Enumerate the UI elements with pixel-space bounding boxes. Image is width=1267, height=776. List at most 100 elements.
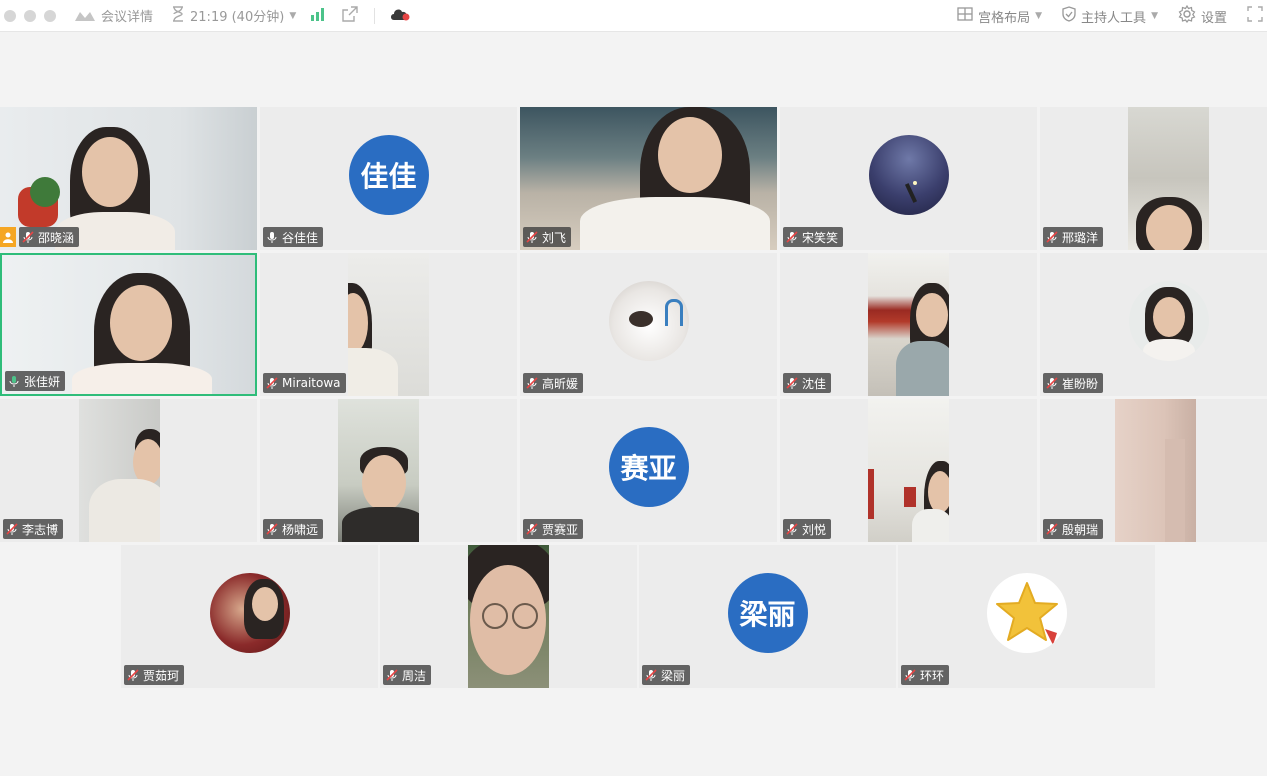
participant-tile[interactable]: 邢璐洋: [1040, 107, 1267, 250]
participant-tile[interactable]: 贾茹珂: [121, 545, 378, 688]
video-feed: [868, 399, 949, 542]
avatar: 赛亚: [608, 426, 689, 507]
participant-tile[interactable]: 赛亚 贾赛亚: [520, 399, 777, 542]
close-window-button[interactable]: [4, 9, 16, 22]
participant-name: 张佳妍: [24, 374, 61, 389]
participant-nametag: 杨啸远: [263, 519, 324, 539]
mic-muted-icon: [386, 669, 398, 681]
cloud-record-icon: [389, 6, 411, 26]
chevron-down-icon: ▼: [1151, 11, 1158, 21]
mic-muted-icon: [127, 669, 139, 681]
hourglass-icon: [171, 5, 185, 26]
mic-muted-icon: [526, 231, 538, 243]
mic-muted-icon: [786, 377, 798, 389]
maximize-window-button[interactable]: [44, 9, 56, 22]
participant-nametag: 贾赛亚: [523, 519, 584, 539]
mic-muted-icon: [526, 523, 538, 535]
mic-icon: [266, 231, 278, 243]
participant-nametag: 贾茹珂: [124, 665, 185, 685]
mic-muted-icon: [786, 523, 798, 535]
tencent-meeting-logo-icon: [74, 10, 96, 22]
mic-muted-icon: [1046, 231, 1058, 243]
participant-nametag: 谷佳佳: [263, 227, 324, 247]
participant-name: 贾茹珂: [143, 668, 180, 683]
minimize-window-button[interactable]: [24, 9, 36, 22]
network-signal-button[interactable]: [310, 7, 326, 25]
video-feed: [338, 399, 419, 542]
host-badge: [0, 227, 16, 247]
participant-name: 谷佳佳: [282, 230, 319, 245]
mic-muted-icon: [6, 523, 18, 535]
participant-name: 周洁: [402, 668, 427, 683]
shield-icon: [1062, 6, 1076, 26]
meeting-timer[interactable]: 21:19 (40分钟) ▼: [171, 5, 297, 26]
participant-name: 沈佳: [802, 376, 827, 391]
signal-bars-icon: [310, 7, 326, 25]
host-tools-label: 主持人工具: [1081, 10, 1147, 26]
participant-tile[interactable]: 高昕媛: [520, 253, 777, 396]
participant-name: 环环: [920, 668, 945, 683]
mic-muted-icon: [904, 669, 916, 681]
grid-layout-label: 宫格布局: [978, 10, 1031, 26]
mic-muted-icon: [266, 523, 278, 535]
participant-nametag: 高昕媛: [523, 373, 584, 393]
participant-nametag: Miraitowa: [263, 373, 346, 393]
top-toolbar: 会议详情 21:19 (40分钟) ▼ 宫格布局 ▼ 主持人工具 ▼ 设置: [0, 0, 1267, 32]
avatar: [1128, 280, 1209, 361]
settings-button[interactable]: 设置: [1178, 4, 1227, 27]
participant-name: Miraitowa: [282, 376, 341, 390]
participant-tile[interactable]: Miraitowa: [260, 253, 517, 396]
mic-muted-icon: [1046, 377, 1058, 389]
participant-name: 贾赛亚: [542, 522, 579, 537]
participant-tile[interactable]: 崔盼盼: [1040, 253, 1267, 396]
host-tools-button[interactable]: 主持人工具 ▼: [1062, 6, 1158, 26]
participant-tile[interactable]: 周洁: [380, 545, 637, 688]
external-link-icon: [342, 5, 358, 26]
participant-tile[interactable]: 刘悦: [780, 399, 1037, 542]
participant-nametag: 张佳妍: [5, 371, 66, 391]
meeting-info-button[interactable]: 会议详情: [74, 6, 153, 25]
avatar: [868, 134, 949, 215]
participant-name: 刘飞: [542, 230, 567, 245]
participant-tile[interactable]: 刘飞: [520, 107, 777, 250]
participant-nametag: 殷朝瑞: [1043, 519, 1104, 539]
participant-name: 李志博: [22, 522, 59, 537]
cloud-recording-button[interactable]: [389, 6, 411, 26]
participant-tile[interactable]: 邵晓涵: [0, 107, 257, 250]
meeting-info-label: 会议详情: [101, 10, 154, 25]
mic-muted-icon: [526, 377, 538, 389]
participant-tile[interactable]: 杨啸远: [260, 399, 517, 542]
fullscreen-button[interactable]: [1247, 6, 1263, 26]
participant-nametag: 李志博: [3, 519, 64, 539]
participant-tile[interactable]: 梁丽 梁丽: [639, 545, 896, 688]
settings-label: 设置: [1200, 10, 1227, 26]
avatar: 佳佳: [348, 134, 429, 215]
participant-nametag: 宋笑笑: [783, 227, 844, 247]
participant-tile[interactable]: 宋笑笑: [780, 107, 1037, 250]
participant-name: 宋笑笑: [802, 230, 839, 245]
participant-nametag: 邢璐洋: [1043, 227, 1104, 247]
chevron-down-icon: ▼: [289, 10, 297, 21]
avatar: [986, 572, 1067, 653]
participant-tile[interactable]: 张佳妍: [0, 253, 257, 396]
participant-tile[interactable]: 佳佳 谷佳佳: [260, 107, 517, 250]
participant-tile[interactable]: 沈佳: [780, 253, 1037, 396]
share-external-button[interactable]: [342, 5, 358, 26]
participant-name: 邢璐洋: [1062, 230, 1099, 245]
participant-nametag: 沈佳: [783, 373, 832, 393]
avatar: [608, 280, 689, 361]
avatar: 梁丽: [727, 572, 808, 653]
fullscreen-icon: [1247, 6, 1263, 26]
participant-nametag: 邵晓涵: [19, 227, 80, 247]
participant-nametag: 刘悦: [783, 519, 832, 539]
participant-tile[interactable]: 环环: [898, 545, 1155, 688]
participant-name: 殷朝瑞: [1062, 522, 1099, 537]
mic-active-icon: [8, 375, 20, 387]
participant-tile[interactable]: 殷朝瑞: [1040, 399, 1267, 542]
mic-muted-icon: [1046, 523, 1058, 535]
grid-layout-icon: [957, 7, 973, 25]
participant-tile[interactable]: 李志博: [0, 399, 257, 542]
video-feed: [1115, 399, 1196, 542]
grid-layout-button[interactable]: 宫格布局 ▼: [957, 7, 1042, 26]
participant-name: 刘悦: [802, 522, 827, 537]
